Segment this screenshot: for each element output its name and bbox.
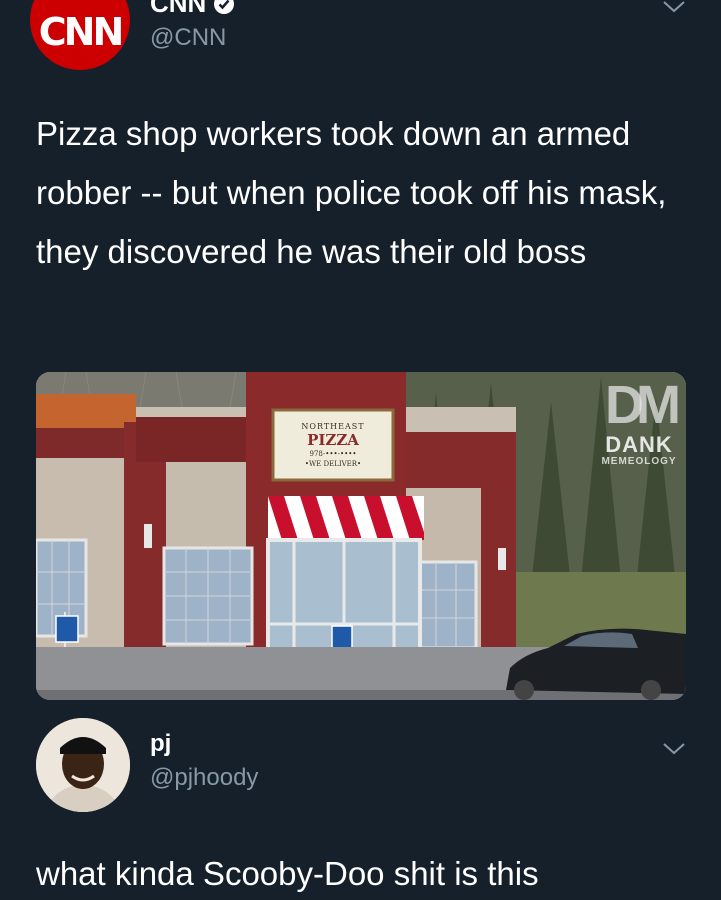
author-display-name[interactable]: CNN	[150, 0, 235, 19]
watermark-title: DANK	[605, 432, 673, 457]
tweet-photo[interactable]: NORTHEAST PIZZA 978-•••-•••• •WE DELIVER…	[36, 372, 686, 700]
verified-badge-icon	[214, 0, 235, 14]
reply-handle[interactable]: @pjhoody	[150, 764, 258, 792]
author-handle[interactable]: @CNN	[150, 24, 226, 52]
watermark-mark: DM	[605, 375, 681, 435]
watermark-subtitle: MEMEOLOGY	[601, 456, 677, 467]
chevron-down-icon[interactable]	[661, 0, 687, 16]
cnn-avatar[interactable]: CNN	[30, 0, 130, 70]
sign-line: •WE DELIVER•	[304, 460, 362, 468]
cnn-logo: CNN	[38, 10, 124, 54]
sign-line: 978-•••-••••	[309, 450, 357, 458]
tweet-thread: CNN CNN @CNN Pizza shop workers took dow…	[0, 0, 721, 900]
pizza-sign: NORTHEAST PIZZA 978-•••-•••• •WE DELIVER…	[273, 412, 393, 478]
reply-text: what kinda Scooby-Doo shit is this	[36, 855, 539, 892]
dank-memeology-watermark: DM DANK MEMEOLOGY	[596, 376, 682, 476]
sign-line: PIZZA	[307, 431, 359, 449]
chevron-down-icon[interactable]	[661, 742, 687, 758]
tweet-text: Pizza shop workers took down an armed ro…	[36, 115, 667, 270]
author-name-text: CNN	[150, 0, 207, 18]
reply-avatar[interactable]	[36, 718, 130, 812]
reply-display-name[interactable]: pj	[150, 730, 171, 758]
